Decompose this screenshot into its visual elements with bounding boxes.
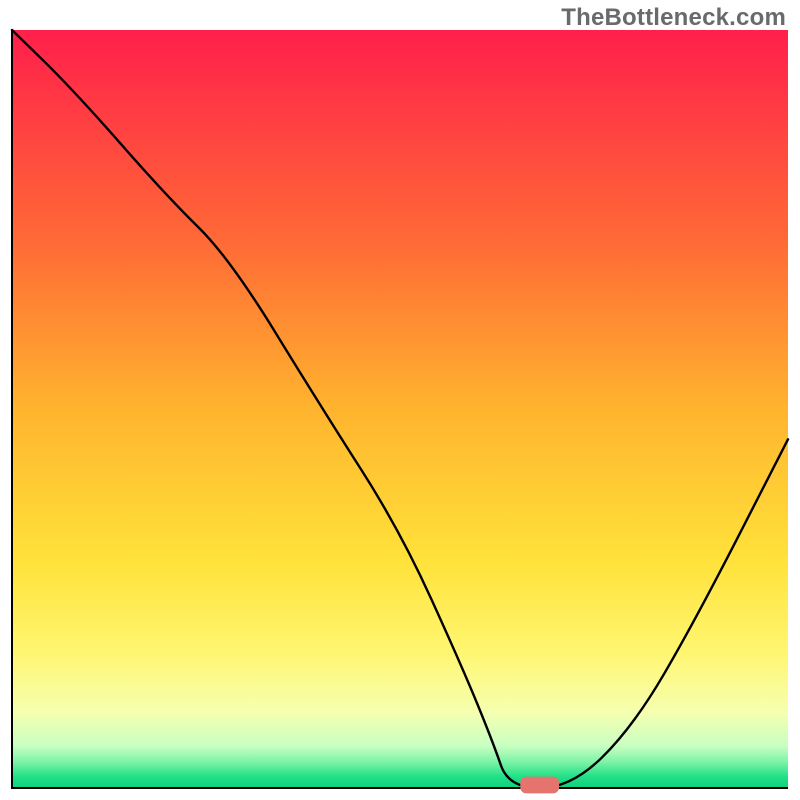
optimal-marker (520, 777, 559, 794)
bottleneck-chart (0, 0, 800, 800)
chart-container: TheBottleneck.com (0, 0, 800, 800)
plot-background (12, 30, 788, 788)
